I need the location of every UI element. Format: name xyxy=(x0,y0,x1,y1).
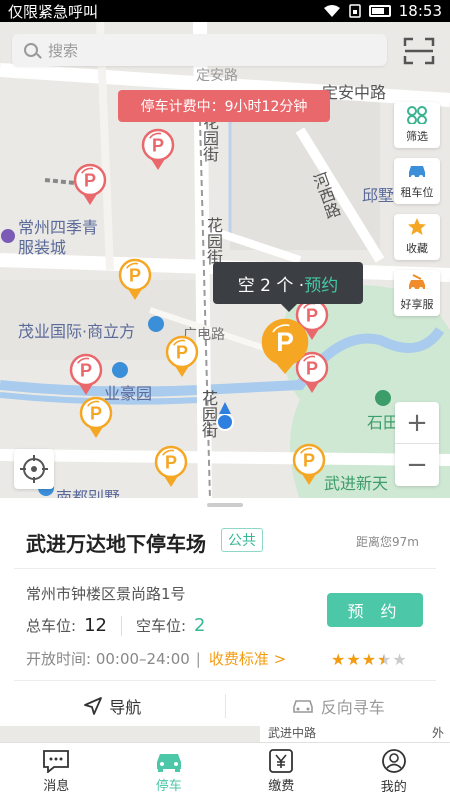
parking-timer-text: 停车计费中：9小时12分钟 xyxy=(140,99,308,115)
fee-standard-link[interactable]: 收费标准 > xyxy=(209,648,286,669)
clock-text: 18:53 xyxy=(398,2,442,20)
svg-text:P: P xyxy=(165,452,177,472)
message-icon xyxy=(43,750,70,773)
parking-pin-icon[interactable]: P xyxy=(165,335,199,379)
sheet-divider-top xyxy=(14,568,436,569)
tool-rent-spot-button[interactable]: 租车位 xyxy=(394,158,440,204)
sim-icon xyxy=(349,4,361,18)
bubble-reserve-link[interactable]: 预约 xyxy=(304,271,338,296)
star-icon xyxy=(408,218,426,235)
lot-hours-row: 开放时间: 00:00–24:00 | 收费标准 > xyxy=(26,648,286,669)
parking-pin-icon[interactable]: P xyxy=(118,258,152,302)
navigate-label: 导航 xyxy=(109,698,142,717)
svg-text:P: P xyxy=(152,135,164,155)
rating-star-icon: ★ xyxy=(346,650,361,669)
tool-favorite-label: 收藏 xyxy=(406,242,428,255)
app-screen: 仅限紧急呼叫 18:53 花园街 花园街 花园街 定安中路 定安路 河西路 广电… xyxy=(0,0,450,800)
rating-star-icon: ★ xyxy=(331,650,346,669)
total-spots-label: 总车位: xyxy=(26,617,77,635)
search-bar[interactable]: 搜索 xyxy=(12,34,387,66)
tab-payment-label: 缴费 xyxy=(268,779,295,794)
tab-messages[interactable]: 消息 xyxy=(0,743,113,800)
battery-icon xyxy=(368,5,391,17)
street-label-bottom: 武进中路 xyxy=(268,726,317,740)
tool-service-label: 好享服 xyxy=(400,298,434,311)
navigate-button[interactable]: 导航 xyxy=(0,694,225,718)
svg-text:P: P xyxy=(84,170,96,190)
status-bar: 仅限紧急呼叫 18:53 xyxy=(0,0,450,22)
reserve-button[interactable]: 预 约 xyxy=(327,593,423,627)
lot-distance: 距离您97m xyxy=(356,535,419,549)
svg-text:P: P xyxy=(80,360,92,380)
map-tool-column: 筛选 租车位 收藏 好享服 xyxy=(394,102,440,326)
yen-icon xyxy=(269,749,294,773)
rating-star-icon: ★ xyxy=(377,650,392,669)
lot-address: 常州市钟楼区景尚路1号 xyxy=(26,585,186,603)
parking-pin-icon[interactable]: P xyxy=(73,163,107,207)
tool-rent-spot-label: 租车位 xyxy=(400,186,434,199)
tab-messages-label: 消息 xyxy=(43,779,70,794)
svg-text:P: P xyxy=(90,403,102,423)
lot-actions: 导航 反向寻车 xyxy=(0,686,450,726)
tab-parking[interactable]: 停车 xyxy=(113,743,226,800)
parking-timer-banner[interactable]: 停车计费中：9小时12分钟 xyxy=(118,90,330,122)
svg-text:P: P xyxy=(176,342,188,362)
tab-profile[interactable]: 我的 xyxy=(338,743,450,800)
zoom-in-button[interactable]: + xyxy=(395,402,439,444)
parking-pin-icon[interactable]: P xyxy=(154,445,188,489)
reverse-find-label: 反向寻车 xyxy=(320,698,385,717)
rating-star-icon: ★ xyxy=(361,650,377,669)
locate-me-icon[interactable] xyxy=(14,449,54,489)
map-strip: 武进中路 外 xyxy=(0,726,450,742)
lot-counts: 总车位: 12 空车位: 2 xyxy=(26,615,205,636)
tool-favorite-button[interactable]: 收藏 xyxy=(394,214,440,260)
tab-parking-label: 停车 xyxy=(155,779,182,794)
search-placeholder: 搜索 xyxy=(48,41,79,60)
parking-pin-icon[interactable]: P xyxy=(292,443,326,487)
svg-text:P: P xyxy=(276,327,294,357)
reverse-find-car-button[interactable]: 反向寻车 xyxy=(226,694,450,718)
bubble-available-text: 空 2 个 · xyxy=(237,275,305,296)
svg-text:P: P xyxy=(303,450,315,470)
zoom-out-button[interactable]: − xyxy=(395,444,439,486)
scan-icon[interactable] xyxy=(400,34,438,68)
sheet-drag-handle[interactable] xyxy=(207,503,243,507)
sheet-divider-bottom xyxy=(14,680,436,681)
carrier-text: 仅限紧急呼叫 xyxy=(8,2,99,21)
lot-hours: 开放时间: 00:00–24:00 xyxy=(26,650,190,668)
hours-separator: | xyxy=(195,649,201,668)
filter-grid-icon xyxy=(407,106,427,124)
free-spots-label: 空车位: xyxy=(135,617,187,635)
wifi-icon xyxy=(323,5,340,17)
free-spots-value: 2 xyxy=(194,615,206,636)
edge-label-bottom: 外 xyxy=(432,726,445,740)
parking-pin-icon[interactable]: P xyxy=(79,396,113,440)
lot-type-badge: 公共 xyxy=(221,528,263,552)
lot-name: 武进万达地下停车场 xyxy=(26,532,206,556)
selected-lot-bubble[interactable]: 空 2 个 · 预约 xyxy=(213,262,363,312)
svg-text:P: P xyxy=(129,265,141,285)
navigate-arrow-icon xyxy=(84,697,103,715)
car-outline-icon xyxy=(292,700,313,713)
service-car-icon xyxy=(409,274,425,291)
car-icon xyxy=(409,166,425,179)
selected-parking-pin-icon[interactable]: P xyxy=(261,318,309,376)
rating-star-icon: ★ xyxy=(392,650,407,669)
user-icon xyxy=(381,749,406,773)
tool-service-button[interactable]: 好享服 xyxy=(394,270,440,316)
status-icons: 18:53 xyxy=(323,2,442,20)
tab-profile-label: 我的 xyxy=(380,780,407,795)
lot-rating: ★ ★ ★ ★ ★ xyxy=(331,650,407,669)
search-icon xyxy=(24,43,38,57)
tool-filter-label: 筛选 xyxy=(406,130,428,143)
zoom-control: + − xyxy=(395,402,439,486)
parking-pin-icon[interactable]: P xyxy=(141,128,175,172)
tool-filter-button[interactable]: 筛选 xyxy=(394,102,440,148)
counts-separator xyxy=(120,615,122,636)
parking-pin-icon[interactable]: P xyxy=(69,353,103,397)
tab-payment[interactable]: 缴费 xyxy=(225,743,338,800)
bottom-tab-bar: 消息 停车 缴费 我的 xyxy=(0,742,450,800)
car-icon xyxy=(156,754,181,772)
total-spots-value: 12 xyxy=(84,615,107,636)
